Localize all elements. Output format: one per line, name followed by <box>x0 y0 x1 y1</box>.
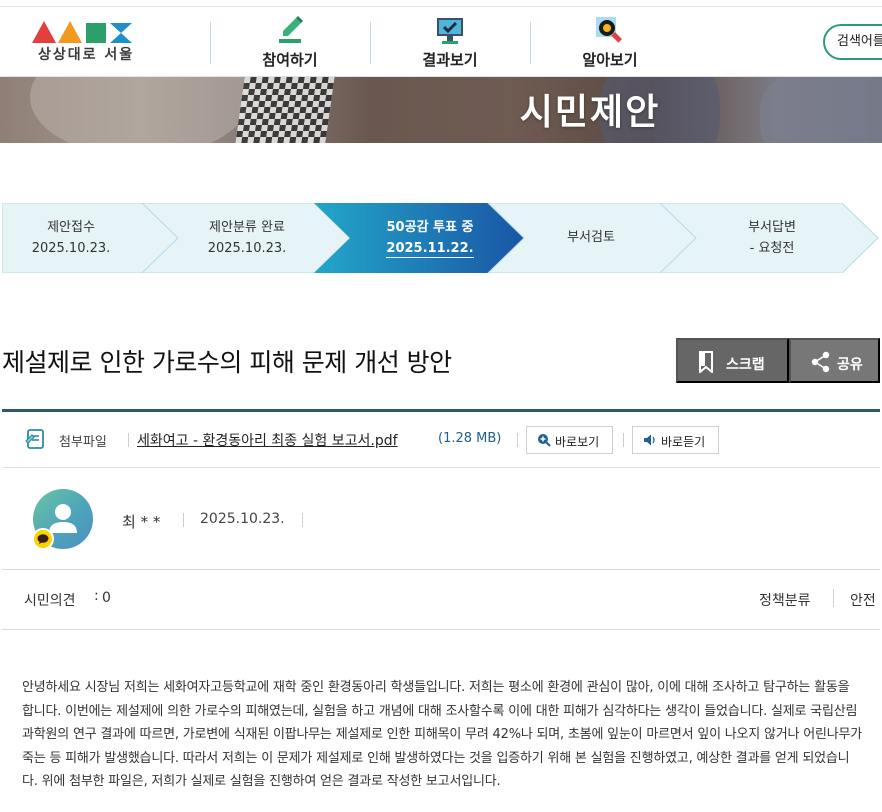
attachment-row: 첨부파일 세화여고 - 환경동아리 최종 실험 보고서.pdf (1.28 MB… <box>2 412 880 468</box>
step-dept-answer: 부서답변 - 요청전 <box>702 217 842 259</box>
page-banner: 시민제안 <box>0 77 882 143</box>
attachment-label: 첨부파일 <box>59 435 107 450</box>
nav-results[interactable]: 결과보기 <box>370 7 530 77</box>
separator <box>623 433 624 447</box>
step-received: 제안접수 2025.10.23. <box>12 217 130 259</box>
magnifier-icon <box>596 17 622 43</box>
logo-mark-icon <box>32 21 132 43</box>
page-title: 시민제안 <box>519 92 661 133</box>
author-name: 최 * * <box>122 513 161 531</box>
progress-steps: 제안접수 2025.10.23. 제안분류 완료 2025.10.23. 50공… <box>2 203 882 273</box>
nav-participate[interactable]: 참여하기 <box>210 7 370 77</box>
share-icon <box>811 351 830 373</box>
view-file-label: 바로보기 <box>555 435 600 449</box>
separator <box>517 433 518 447</box>
nav-results-label: 결과보기 <box>422 51 478 69</box>
author-row: 최 * * 2025.10.23. <box>2 468 880 570</box>
logo-text: 상상대로 서울 <box>38 47 135 63</box>
step-dept-review-label: 부서검토 <box>567 230 615 245</box>
policy-category-label: 정책분류 <box>759 593 811 609</box>
attachment-file-link[interactable]: 세화여고 - 환경동아리 최종 실험 보고서.pdf <box>137 430 398 450</box>
scrap-button-label: 스크랩 <box>726 356 765 372</box>
separator <box>302 513 303 527</box>
separator <box>128 433 129 447</box>
step-classified: 제안분류 완료 2025.10.23. <box>182 217 312 259</box>
attachment-file-size: (1.28 MB) <box>438 431 502 446</box>
step-voting-label: 50공감 투표 중 <box>386 220 474 235</box>
nav-learn-label: 알아보기 <box>582 51 638 69</box>
step-classified-label: 제안분류 완료 <box>209 220 285 235</box>
share-button-label: 공유 <box>837 356 863 372</box>
step-voting-date: 2025.11.22. <box>386 241 474 258</box>
nav-participate-label: 참여하기 <box>262 51 318 69</box>
monitor-check-icon <box>437 18 463 44</box>
step-received-label: 제안접수 <box>47 220 95 235</box>
pencil-icon <box>279 16 303 43</box>
attachment-icon <box>25 429 44 449</box>
speaker-icon <box>644 434 655 446</box>
kakao-badge-icon <box>32 528 54 550</box>
nav-learn[interactable]: 알아보기 <box>530 7 690 77</box>
speech-bubble-icon <box>37 534 49 544</box>
scrap-button[interactable]: 스크랩 <box>676 338 789 383</box>
listen-file-button[interactable]: 바로듣기 <box>632 426 719 454</box>
zoom-in-icon <box>538 434 551 447</box>
bookmark-icon <box>699 351 713 373</box>
step-classified-date: 2025.10.23. <box>207 241 287 256</box>
step-dept-answer-label: 부서답변 <box>748 220 796 235</box>
proposal-title: 제설제로 인한 가로수의 피해 문제 개선 방안 <box>2 348 452 377</box>
logo[interactable]: 상상대로 서울 <box>30 15 134 73</box>
step-dept-answer-date: - 요청전 <box>749 241 795 256</box>
step-received-date: 2025.10.23. <box>31 241 111 256</box>
step-dept-review: 부서검토 <box>526 227 656 248</box>
separator <box>833 589 834 607</box>
separator <box>183 513 184 527</box>
opinion-count: 0 <box>102 590 111 606</box>
site-header: 상상대로 서울 참여하기 결과보기 알아보기 검색어를 <box>0 7 882 77</box>
author-date: 2025.10.23. <box>200 511 285 527</box>
policy-category-value: 안전 <box>850 593 876 609</box>
search-button[interactable]: 검색어를 <box>823 24 882 60</box>
share-button[interactable]: 공유 <box>789 338 880 383</box>
proposal-body: 안녕하세요 시장님 저희는 세화여자고등학교에 재학 중인 환경동아리 학생들입… <box>22 680 862 789</box>
opinion-separator: : <box>94 588 99 604</box>
view-file-button[interactable]: 바로보기 <box>526 426 613 454</box>
step-voting: 50공감 투표 중 2025.11.22. <box>364 217 496 259</box>
listen-file-label: 바로듣기 <box>661 435 706 449</box>
opinion-row: 시민의견 : 0 정책분류 안전 <box>2 570 880 630</box>
opinion-label: 시민의견 <box>24 593 76 609</box>
